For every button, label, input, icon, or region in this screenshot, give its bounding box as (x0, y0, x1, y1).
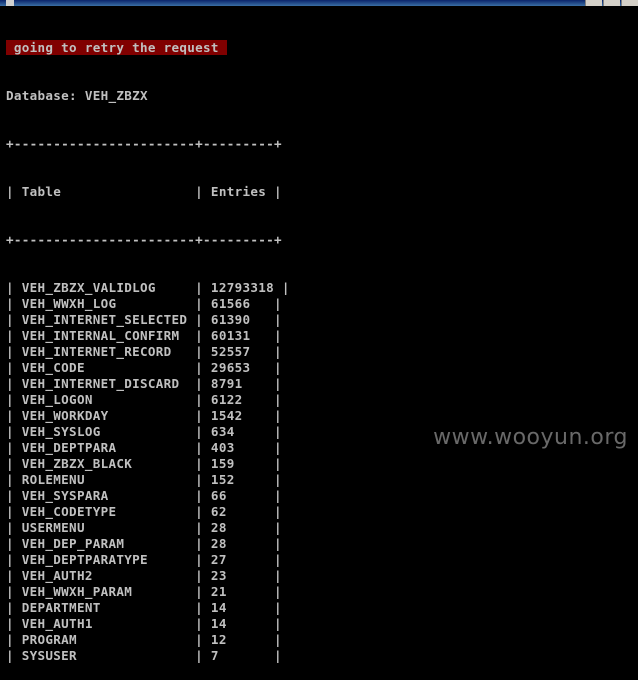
table-row: | VEH_AUTH1 | 14 | (6, 616, 282, 631)
table-row: | PROGRAM | 12 | (6, 632, 282, 647)
console-window-icon (6, 0, 14, 6)
close-button[interactable] (621, 0, 638, 6)
table-row: | VEH_DEPTPARATYPE | 27 | (6, 552, 282, 567)
table-row: | USERMENU | 28 | (6, 520, 282, 535)
table-row: | VEH_WORKDAY | 1542 | (6, 408, 282, 423)
site-watermark: www.wooyun.org (433, 425, 628, 450)
table-body: | VEH_ZBZX_VALIDLOG | 12793318 | | VEH_WW… (6, 280, 632, 664)
table-row: | VEH_ZBZX_VALIDLOG | 12793318 | (6, 280, 290, 295)
table-row: | VEH_AUTH2 | 23 | (6, 568, 282, 583)
table-row: | VEH_SYSPARA | 66 | (6, 488, 282, 503)
table-row: | VEH_LOGON | 6122 | (6, 392, 282, 407)
table-header-border: +-----------------------+---------+ (6, 232, 282, 247)
table-row: | VEH_WWXH_PARAM | 21 | (6, 584, 282, 599)
table-row: | VEH_DEP_PARAM | 28 | (6, 536, 282, 551)
retry-warning-message: going to retry the request (6, 40, 227, 55)
status-line: going to retry the request (6, 40, 632, 56)
console-output[interactable]: going to retry the request Database: VEH… (6, 8, 632, 663)
table-row: | ROLEMENU | 152 | (6, 472, 282, 487)
table-top-border: +-----------------------+---------+ (6, 136, 282, 151)
maximize-button[interactable] (603, 0, 620, 6)
table-row: | VEH_CODE | 29653 | (6, 360, 282, 375)
table-row: | VEH_INTERNET_SELECTED | 61390 | (6, 312, 282, 327)
table-row: | DEPARTMENT | 14 | (6, 600, 282, 615)
database-line: Database: VEH_ZBZX (6, 88, 148, 103)
table-row: | SYSUSER | 7 | (6, 648, 282, 663)
table-row: | VEH_INTERNET_RECORD | 52557 | (6, 344, 282, 359)
window-title-bar[interactable] (0, 0, 638, 6)
table-row: | VEH_INTERNAL_CONFIRM | 60131 | (6, 328, 282, 343)
table-header: | Table | Entries | (6, 184, 282, 199)
table-row: | VEH_ZBZX_BLACK | 159 | (6, 456, 282, 471)
minimize-button[interactable] (585, 0, 602, 6)
table-row: | VEH_WWXH_LOG | 61566 | (6, 296, 282, 311)
table-row: | VEH_CODETYPE | 62 | (6, 504, 282, 519)
table-row: | VEH_INTERNET_DISCARD | 8791 | (6, 376, 282, 391)
